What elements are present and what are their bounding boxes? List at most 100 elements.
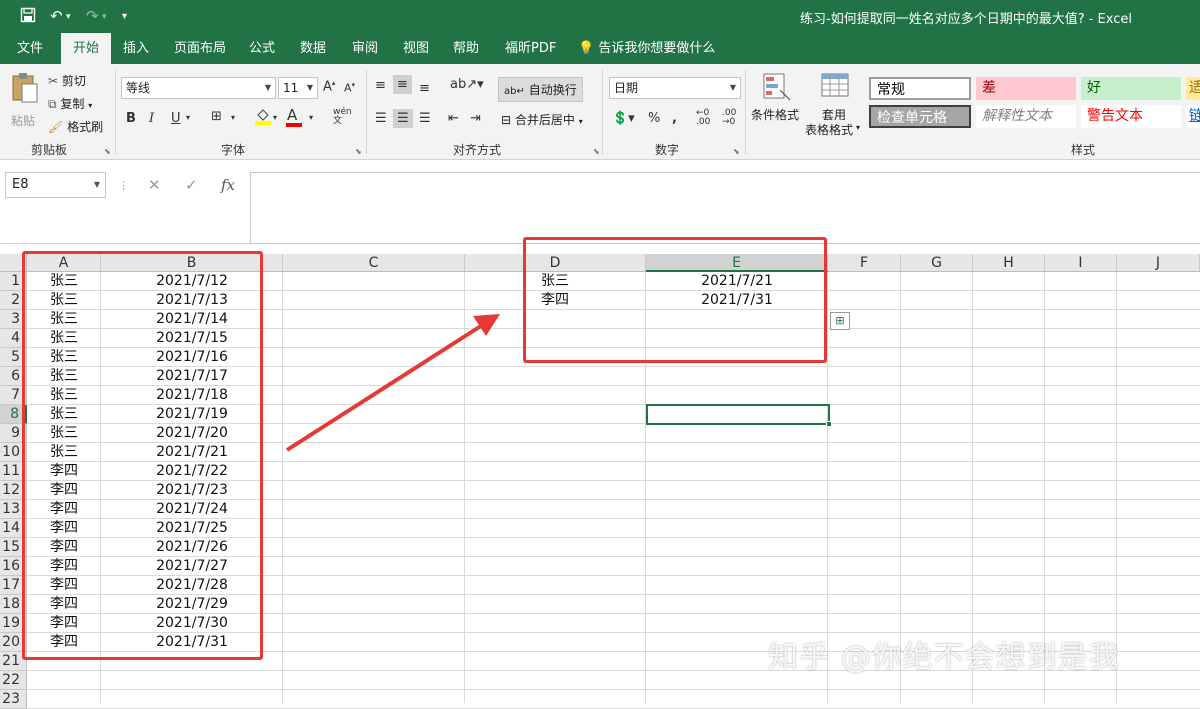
- tell-me-search[interactable]: 💡 告诉我你想要做什么: [578, 33, 715, 64]
- tab-page-layout[interactable]: 页面布局: [174, 33, 226, 64]
- italic-button[interactable]: I: [149, 111, 154, 126]
- underline-button[interactable]: U: [171, 111, 181, 126]
- increase-decimal-icon[interactable]: ←0.00: [696, 109, 710, 127]
- customize-icon[interactable]: ▾: [122, 11, 127, 22]
- phonetic-guide-icon[interactable]: wén 文: [333, 108, 352, 126]
- cancel-icon[interactable]: ✕: [148, 176, 161, 194]
- styles-group-label: 样式: [1071, 143, 1096, 157]
- orientation-icon[interactable]: ab↗▾: [450, 77, 484, 92]
- title-bar: ↶ ▾ ↷ ▾ ▾ 练习-如何提取同一姓名对应多个日期中的最大值? - Exce…: [0, 0, 1200, 33]
- scissors-icon: ✂: [48, 74, 59, 88]
- name-box-value: E8: [12, 177, 29, 192]
- paste-label: 粘贴: [11, 114, 36, 128]
- tab-review[interactable]: 审阅: [352, 33, 378, 64]
- chevron-down-icon[interactable]: ▾: [186, 113, 190, 122]
- wrap-text-button[interactable]: ab↵ 自动换行: [498, 77, 583, 102]
- style-linked-cell[interactable]: 链: [1186, 105, 1200, 128]
- align-center-icon[interactable]: ☰: [393, 109, 413, 128]
- chevron-down-icon[interactable]: ▾: [273, 113, 277, 122]
- chevron-down-icon[interactable]: ▾: [309, 113, 313, 122]
- font-name-value: 等线: [126, 81, 151, 95]
- more-options-icon: ⋮: [118, 179, 129, 192]
- style-bad[interactable]: 差: [976, 77, 1076, 100]
- align-top-icon[interactable]: ≡: [375, 78, 386, 93]
- tell-me-label: 告诉我你想要做什么: [598, 41, 716, 56]
- chevron-down-icon: ▼: [306, 83, 313, 92]
- chevron-down-icon[interactable]: ▾: [231, 113, 235, 122]
- decrease-decimal-icon[interactable]: .00 →0: [722, 109, 736, 127]
- format-as-table-label-2: 表格格式: [805, 123, 854, 137]
- copy-button[interactable]: ⧉ 复制 ▾: [48, 95, 92, 112]
- window-title: 练习-如何提取同一姓名对应多个日期中的最大值? - Excel: [800, 12, 1132, 27]
- chevron-down-icon: ▾: [856, 123, 861, 132]
- dialog-launcher-icon[interactable]: ⬊: [733, 147, 740, 156]
- font-name-select[interactable]: 等线 ▼: [121, 77, 276, 99]
- align-middle-icon[interactable]: ≡: [393, 75, 412, 94]
- merge-center-button[interactable]: ⊟ 合并后居中 ▾: [501, 111, 583, 128]
- align-right-icon[interactable]: ☰: [419, 111, 431, 126]
- style-warning[interactable]: 警告文本: [1081, 105, 1181, 128]
- decrease-font-size-icon[interactable]: A▾: [344, 81, 355, 95]
- merge-label: 合并后居中: [514, 113, 575, 127]
- format-as-table-button[interactable]: 套用 表格格式 ▾: [805, 72, 865, 138]
- borders-icon[interactable]: ⊞: [211, 109, 222, 124]
- font-size-value: 11: [283, 81, 299, 95]
- dialog-launcher-icon[interactable]: ⬊: [355, 147, 362, 156]
- paste-button[interactable]: 粘贴: [8, 72, 42, 132]
- percent-style-icon[interactable]: %: [648, 111, 660, 126]
- font-color-icon[interactable]: A: [286, 106, 302, 127]
- formula-bar-area: E8 ▼ ⋮ ✕ ✓ fx: [0, 160, 1200, 244]
- lightbulb-icon: 💡: [578, 41, 595, 56]
- name-box[interactable]: E8 ▼: [5, 172, 106, 198]
- ribbon-tabs: 文件 开始 插入 页面布局 公式 数据 审阅 视图 帮助 福昕PDF 💡 告诉我…: [0, 33, 1200, 64]
- conditional-formatting-label: 条件格式: [751, 108, 800, 122]
- tab-formulas[interactable]: 公式: [249, 33, 275, 64]
- increase-font-size-icon[interactable]: A▴: [323, 79, 335, 94]
- cut-button[interactable]: ✂ 剪切: [48, 72, 86, 89]
- fill-color-icon[interactable]: [254, 107, 272, 129]
- style-neutral[interactable]: 适: [1186, 77, 1200, 100]
- style-explanatory[interactable]: 解释性文本: [976, 105, 1076, 128]
- align-left-icon[interactable]: ☰: [375, 111, 387, 126]
- number-group-label: 数字: [655, 143, 680, 157]
- bold-button[interactable]: B: [126, 111, 136, 126]
- enter-icon[interactable]: ✓: [185, 176, 198, 194]
- increase-indent-icon[interactable]: ⇥: [470, 111, 481, 126]
- comma-style-icon[interactable]: ,: [672, 111, 677, 126]
- format-painter-button[interactable]: 🖌 格式刷: [48, 118, 103, 135]
- redo-dropdown-icon[interactable]: ▾: [102, 12, 107, 22]
- dialog-launcher-icon[interactable]: ⬊: [593, 147, 600, 156]
- accounting-format-icon[interactable]: 💲▾: [612, 111, 635, 126]
- number-format-select[interactable]: 日期 ▼: [609, 77, 741, 99]
- conditional-formatting-icon: [763, 73, 791, 101]
- alignment-group-label: 对齐方式: [453, 143, 502, 157]
- tab-file[interactable]: 文件: [17, 33, 43, 64]
- merge-icon: ⊟: [501, 113, 512, 127]
- cut-label: 剪切: [61, 74, 86, 88]
- brush-icon: 🖌: [48, 120, 64, 134]
- tab-foxit-pdf[interactable]: 福昕PDF: [505, 33, 556, 64]
- redo-icon[interactable]: ↷: [86, 7, 99, 25]
- tab-view[interactable]: 视图: [403, 33, 429, 64]
- format-painter-label: 格式刷: [67, 120, 104, 134]
- wrap-text-label: 自动换行: [528, 83, 577, 97]
- font-size-select[interactable]: 11 ▼: [278, 77, 318, 99]
- tab-insert[interactable]: 插入: [123, 33, 149, 64]
- formula-input[interactable]: [250, 172, 1200, 244]
- style-good[interactable]: 好: [1081, 77, 1181, 100]
- tab-help[interactable]: 帮助: [453, 33, 479, 64]
- copy-label: 复制: [60, 97, 85, 111]
- conditional-formatting-button[interactable]: 条件格式: [751, 72, 803, 136]
- tab-data[interactable]: 数据: [300, 33, 326, 64]
- tab-home[interactable]: 开始: [61, 33, 112, 64]
- style-check-cell[interactable]: 检查单元格: [869, 105, 971, 128]
- undo-icon[interactable]: ↶: [50, 7, 63, 25]
- style-normal[interactable]: 常规: [869, 77, 971, 100]
- dialog-launcher-icon[interactable]: ⬊: [104, 147, 111, 156]
- save-icon[interactable]: [20, 7, 36, 27]
- chevron-down-icon: ▼: [264, 83, 271, 92]
- undo-dropdown-icon[interactable]: ▾: [66, 12, 71, 22]
- align-bottom-icon[interactable]: ≡: [419, 81, 430, 96]
- insert-function-icon[interactable]: fx: [221, 176, 235, 194]
- decrease-indent-icon[interactable]: ⇤: [448, 111, 459, 126]
